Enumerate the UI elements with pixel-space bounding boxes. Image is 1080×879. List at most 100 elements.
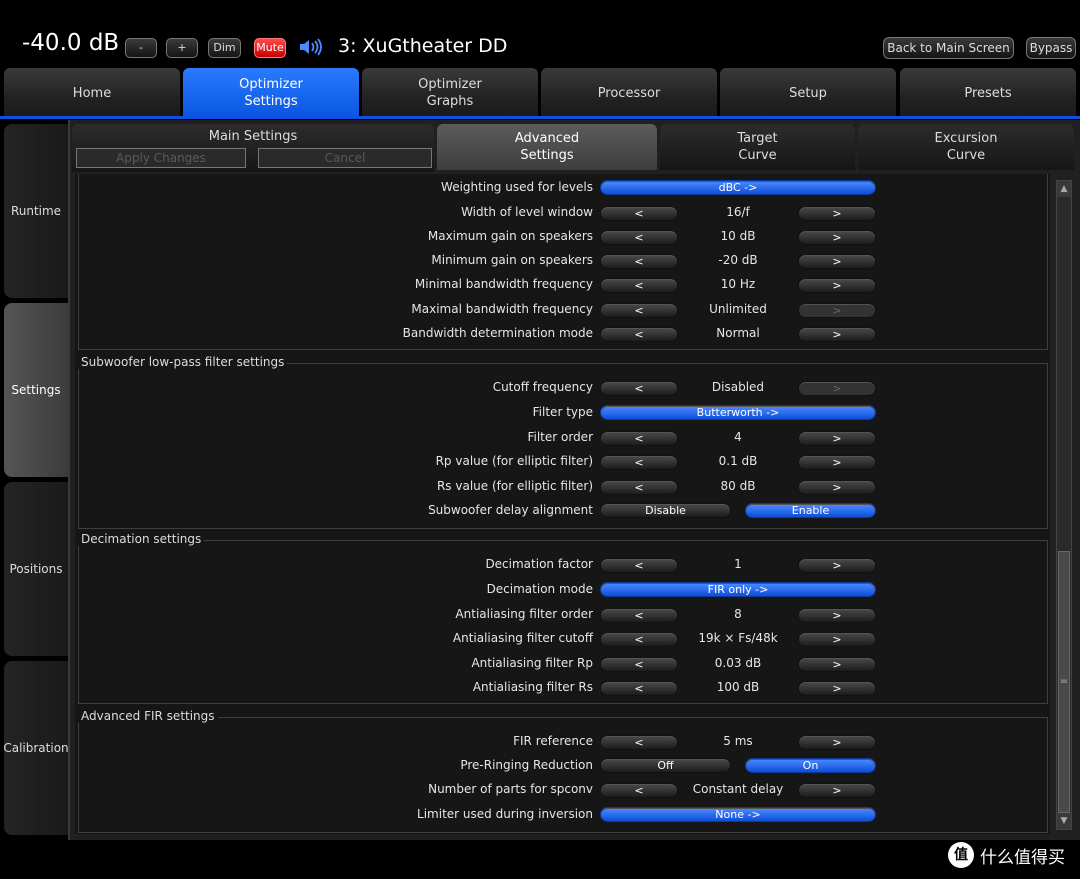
- scroll-thumb[interactable]: =: [1058, 551, 1070, 813]
- disable-delay-button[interactable]: Disable: [600, 503, 731, 518]
- decrease-button[interactable]: <: [600, 681, 678, 696]
- tab-label: Processor: [597, 85, 661, 101]
- decrease-button[interactable]: <: [600, 278, 678, 293]
- increase-button[interactable]: >: [798, 455, 876, 470]
- dim-button[interactable]: Dim: [208, 38, 241, 58]
- volume-readout: -40.0 dB: [22, 30, 120, 56]
- side-tab-calibration[interactable]: Calibration: [3, 661, 69, 835]
- increase-button[interactable]: >: [798, 632, 876, 647]
- mute-button[interactable]: Mute: [254, 38, 286, 58]
- setting-value: Unlimited: [709, 302, 767, 316]
- decrease-button[interactable]: <: [600, 657, 678, 672]
- increase-button[interactable]: >: [798, 608, 876, 623]
- main-tabs: Home Optimizer Settings Optimizer Graphs…: [0, 66, 1080, 118]
- setting-value: 5 ms: [723, 734, 753, 748]
- row-label: Antialiasing filter Rp: [471, 656, 593, 670]
- group-title: Decimation settings: [78, 532, 205, 546]
- increase-button[interactable]: >: [798, 327, 876, 342]
- tab-home[interactable]: Home: [4, 68, 180, 118]
- decrease-button[interactable]: <: [600, 431, 678, 446]
- subtab-target-curve[interactable]: Target Curve: [660, 124, 855, 170]
- setting-value: -20 dB: [718, 253, 758, 267]
- limiter-select-button[interactable]: None ->: [600, 807, 876, 822]
- row-label: Rs value (for elliptic filter): [436, 479, 593, 493]
- increase-button[interactable]: >: [798, 783, 876, 798]
- decrease-button[interactable]: <: [600, 608, 678, 623]
- setting-value: 8: [734, 607, 742, 621]
- subtab-advanced-settings[interactable]: Advanced Settings: [437, 124, 657, 170]
- increase-button: >: [798, 381, 876, 396]
- scroll-down-arrow-icon[interactable]: ▼: [1057, 813, 1071, 829]
- setting-value: Normal: [716, 326, 760, 340]
- row-label: Pre-Ringing Reduction: [460, 758, 593, 772]
- row-label: Decimation factor: [485, 557, 593, 571]
- tab-label: Settings: [244, 94, 298, 109]
- increase-button[interactable]: >: [798, 558, 876, 573]
- increase-button[interactable]: >: [798, 206, 876, 221]
- scroll-up-arrow-icon[interactable]: ▲: [1057, 181, 1071, 197]
- decrease-button[interactable]: <: [600, 735, 678, 750]
- bypass-button[interactable]: Bypass: [1026, 37, 1076, 59]
- increase-button[interactable]: >: [798, 681, 876, 696]
- row-label: Cutoff frequency: [492, 380, 593, 394]
- increase-button[interactable]: >: [798, 278, 876, 293]
- row-label: Antialiasing filter order: [455, 607, 593, 621]
- decrease-button[interactable]: <: [600, 632, 678, 647]
- increase-button: >: [798, 303, 876, 318]
- increase-button[interactable]: >: [798, 254, 876, 269]
- volume-down-button[interactable]: -: [125, 38, 157, 58]
- decrease-button[interactable]: <: [600, 230, 678, 245]
- row-label: Antialiasing filter cutoff: [452, 631, 593, 645]
- volume-up-button[interactable]: +: [166, 38, 198, 58]
- side-tab-positions[interactable]: Positions: [4, 482, 68, 656]
- tab-optimizer-graphs[interactable]: Optimizer Graphs: [362, 68, 538, 118]
- filter-type-select-button[interactable]: Butterworth ->: [600, 405, 876, 420]
- setting-value: 0.1 dB: [718, 454, 758, 468]
- side-tab-runtime[interactable]: Runtime: [4, 124, 68, 298]
- preringing-off-button[interactable]: Off: [600, 758, 731, 773]
- row-label: Maximal bandwidth frequency: [411, 302, 593, 316]
- setting-value: 10 Hz: [720, 277, 756, 291]
- decrease-button[interactable]: <: [600, 206, 678, 221]
- row-label: Number of parts for spconv: [428, 782, 593, 796]
- row-label: Antialiasing filter Rs: [472, 680, 593, 694]
- subtab-excursion-curve[interactable]: Excursion Curve: [858, 124, 1074, 170]
- setting-value: 1: [734, 557, 742, 571]
- apply-changes-button[interactable]: Apply Changes: [76, 148, 246, 168]
- subtab-label: Excursion: [934, 131, 998, 146]
- tab-optimizer-settings[interactable]: Optimizer Settings: [183, 68, 359, 118]
- decrease-button[interactable]: <: [600, 327, 678, 342]
- decrease-button[interactable]: <: [600, 254, 678, 269]
- side-tab-settings[interactable]: Settings: [4, 303, 68, 477]
- decrease-button[interactable]: <: [600, 381, 678, 396]
- decrease-button[interactable]: <: [600, 480, 678, 495]
- increase-button[interactable]: >: [798, 431, 876, 446]
- tab-label: Graphs: [426, 94, 474, 109]
- increase-button[interactable]: >: [798, 735, 876, 750]
- decrease-button[interactable]: <: [600, 783, 678, 798]
- decrease-button[interactable]: <: [600, 455, 678, 470]
- decrease-button[interactable]: <: [600, 303, 678, 318]
- preringing-on-button[interactable]: On: [745, 758, 876, 773]
- increase-button[interactable]: >: [798, 657, 876, 672]
- back-to-main-button[interactable]: Back to Main Screen: [883, 37, 1014, 59]
- tab-setup[interactable]: Setup: [720, 68, 896, 118]
- setting-value: 16/f: [726, 205, 750, 219]
- row-label: Width of level window: [461, 205, 593, 219]
- increase-button[interactable]: >: [798, 480, 876, 495]
- cancel-button[interactable]: Cancel: [258, 148, 432, 168]
- row-label: Limiter used during inversion: [417, 807, 593, 821]
- increase-button[interactable]: >: [798, 230, 876, 245]
- tab-processor[interactable]: Processor: [541, 68, 717, 118]
- row-label: Minimal bandwidth frequency: [414, 277, 593, 291]
- decimation-mode-select-button[interactable]: FIR only ->: [600, 582, 876, 597]
- scrollbar[interactable]: ▲ = ▼: [1056, 180, 1072, 830]
- top-bar: -40.0 dB - + Dim Mute 3: XuGtheater DD B…: [0, 0, 1080, 66]
- row-label: Subwoofer delay alignment: [428, 503, 593, 517]
- setting-value: 19k × Fs/48k: [698, 631, 778, 645]
- subtab-label: Advanced: [514, 131, 580, 146]
- decrease-button[interactable]: <: [600, 558, 678, 573]
- weighting-select-button[interactable]: dBC ->: [600, 180, 876, 195]
- enable-delay-button[interactable]: Enable: [745, 503, 876, 518]
- tab-presets[interactable]: Presets: [900, 68, 1076, 118]
